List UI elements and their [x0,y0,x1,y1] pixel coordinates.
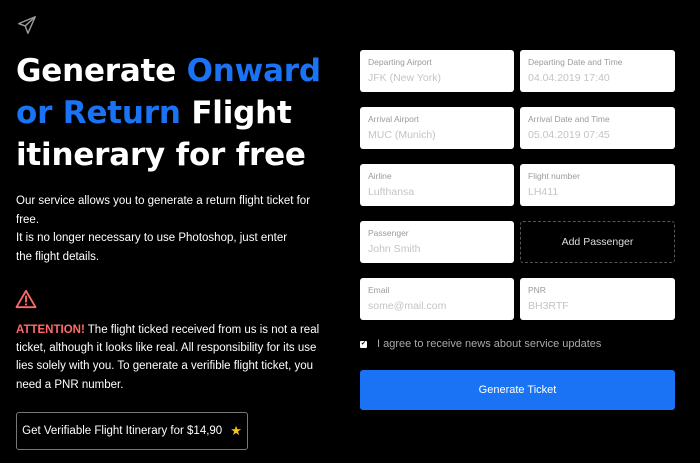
airline-field[interactable]: Airline Lufthansa [360,164,514,206]
title-part-1: Generate [16,53,187,89]
field-placeholder: BH3RTF [528,300,569,312]
checkmark-icon: ✔ [360,340,367,347]
field-placeholder: John Smith [368,243,421,255]
field-label: Airline [368,171,392,181]
departing-airport-field[interactable]: Departing Airport JFK (New York) [360,50,514,92]
field-placeholder: MUC (Munich) [368,129,436,141]
service-description: Our service allows you to generate a ret… [16,192,336,266]
email-field[interactable]: Email some@mail.com [360,278,514,320]
description-line: Our service allows you to generate a ret… [16,195,311,226]
field-label: Passenger [368,228,409,238]
field-placeholder: 04.04.2019 17:40 [528,72,610,84]
verify-button-label: Get Verifiable Flight Itinerary for $14,… [22,425,223,437]
field-label: Flight number [528,171,580,181]
description-line: It is no longer necessary to use Photosh… [16,232,288,244]
generate-ticket-button[interactable]: Generate Ticket [360,370,675,410]
page-title: Generate Onward or Return Flight itinera… [16,50,346,176]
airplane-icon[interactable] [16,14,38,36]
description-line: the flight details. [16,250,100,263]
field-label: PNR [528,285,546,295]
star-icon: ★ [230,423,242,438]
field-placeholder: some@mail.com [368,300,447,312]
passenger-field[interactable]: Passenger John Smith [360,221,514,263]
warning-triangle-icon [15,289,37,309]
arrival-airport-field[interactable]: Arrival Airport MUC (Munich) [360,107,514,149]
attention-label: ATTENTION! [16,324,85,336]
attention-notice: ATTENTION! The flight ticked received fr… [16,321,334,394]
arrival-datetime-field[interactable]: Arrival Date and Time 05.04.2019 07:45 [520,107,675,149]
flight-number-field[interactable]: Flight number LH411 [520,164,675,206]
field-placeholder: 05.04.2019 07:45 [528,129,610,141]
field-placeholder: JFK (New York) [368,72,441,84]
field-placeholder: LH411 [528,186,559,198]
verifiable-itinerary-button[interactable]: Get Verifiable Flight Itinerary for $14,… [16,412,248,450]
field-label: Departing Airport [368,57,432,67]
field-label: Arrival Date and Time [528,114,610,124]
add-passenger-button[interactable]: Add Passenger [520,221,675,263]
newsletter-consent-label[interactable]: I agree to receive news about service up… [377,338,601,350]
field-placeholder: Lufthansa [368,186,415,198]
newsletter-consent: ✔ I agree to receive news about service … [360,338,601,350]
field-label: Email [368,285,390,295]
newsletter-checkbox[interactable]: ✔ [360,340,367,348]
field-label: Departing Date and Time [528,57,623,67]
pnr-field[interactable]: PNR BH3RTF [520,278,675,320]
field-label: Arrival Airport [368,114,420,124]
departing-datetime-field[interactable]: Departing Date and Time 04.04.2019 17:40 [520,50,675,92]
